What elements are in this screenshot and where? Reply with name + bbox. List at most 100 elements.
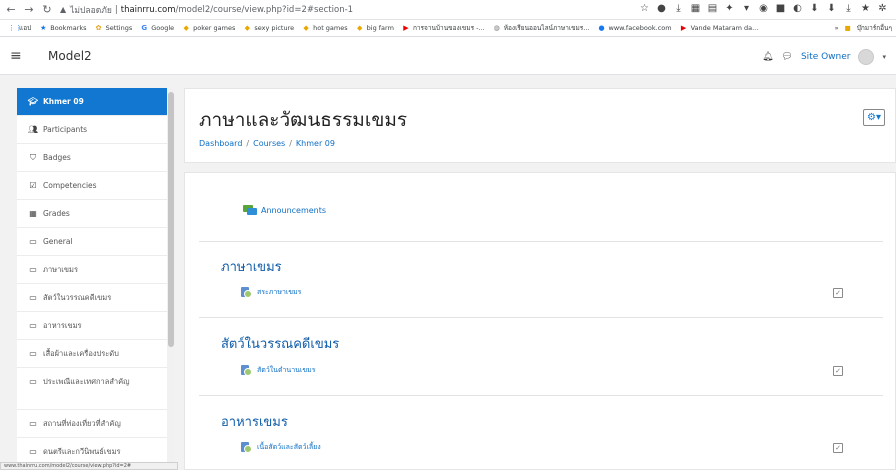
bookmark-item[interactable]: ◆ poker games <box>182 24 235 32</box>
bookmark-item[interactable]: G Google <box>140 24 174 32</box>
extension-icon[interactable]: ▦ <box>690 3 701 14</box>
bookmark-item[interactable]: ★ Bookmarks <box>39 24 86 32</box>
address-bar[interactable]: ▲ ไม่ปลอดภัย | thainrru.com/model2/cours… <box>60 2 353 18</box>
user-name[interactable]: Site Owner <box>801 52 851 62</box>
breadcrumb-courses[interactable]: Courses <box>253 139 285 148</box>
site-navbar: ≡ Model2 🔔︎ 💬︎ Site Owner ▾ <box>0 37 896 75</box>
site-brand[interactable]: Model2 <box>48 49 92 63</box>
course-settings-button[interactable]: ⚙▾ <box>863 109 885 126</box>
breadcrumb-dashboard[interactable]: Dashboard <box>199 139 242 148</box>
status-bar-url: www.thainrru.com/model2/course/view.php?… <box>0 462 178 470</box>
breadcrumb-separator: / <box>289 139 292 148</box>
star-icon[interactable]: ☆ <box>639 3 650 14</box>
sidebar-item-course[interactable]: 🎓︎ Khmer 09 <box>17 88 167 116</box>
sidebar-item-participants[interactable]: 👥︎ Participants <box>17 116 167 144</box>
sidebar-item-section[interactable]: ▭ ประเพณีและเทศกาลสำคัญ <box>17 368 167 410</box>
forward-arrow-icon[interactable]: → <box>22 3 36 16</box>
announcements-link[interactable]: Announcements <box>243 205 326 216</box>
folder-icon: ▭ <box>29 237 37 246</box>
extension-icon[interactable]: ● <box>656 3 667 14</box>
extension-icon[interactable]: ✲ <box>877 3 888 14</box>
sidebar-item-badges[interactable]: ⛉ Badges <box>17 144 167 172</box>
hamburger-menu-icon[interactable]: ≡ <box>10 48 40 64</box>
activity-link[interactable]: สัตว์ในตำนานเขมร <box>241 365 315 376</box>
other-bookmarks[interactable]: บุ๊กมาร์กอื่นๆ <box>857 23 892 33</box>
sidebar-item-section[interactable]: ▭ สถานที่ท่องเที่ยวที่สำคัญ <box>17 410 167 438</box>
course-section: ภาษาเขมร สระภาษาเขมร ✓ <box>199 241 883 317</box>
folder-icon: ▭ <box>29 293 37 302</box>
sidebar-item-section[interactable]: ▭ อาหารเขมร <box>17 312 167 340</box>
sidebar-item-section[interactable]: ▭ เสื้อผ้าและเครื่องประดับ <box>17 340 167 368</box>
extension-icon[interactable]: ■ <box>775 3 786 14</box>
extension-icon[interactable]: ◉ <box>758 3 769 14</box>
graduation-cap-icon: 🎓︎ <box>27 97 39 106</box>
download-icon[interactable]: ⤓ <box>843 3 854 14</box>
bookmark-item[interactable]: ◆ big farm <box>356 24 394 32</box>
bookmark-item[interactable]: ● www.facebook.com <box>598 24 671 32</box>
breadcrumb-course[interactable]: Khmer 09 <box>296 139 335 148</box>
bookmark-item[interactable]: ◆ hot games <box>302 24 347 32</box>
forum-icon <box>243 205 257 216</box>
avatar[interactable] <box>858 49 875 65</box>
google-icon: G <box>141 24 148 32</box>
globe-icon: ◍ <box>493 24 500 32</box>
completion-checkbox[interactable]: ✓ <box>833 443 843 453</box>
section-title[interactable]: สัตว์ในวรรณคดีเขมร <box>221 333 339 354</box>
bookmark-item[interactable]: ✿ Settings <box>95 24 133 32</box>
back-arrow-icon[interactable]: ← <box>4 3 18 16</box>
bookmark-item[interactable]: ⋮⋮ แอป <box>8 23 31 33</box>
extension-icon[interactable]: ▤ <box>707 3 718 14</box>
activity-link[interactable]: สระภาษาเขมร <box>241 287 301 298</box>
sidebar-item-section[interactable]: ▭ สัตว์ในวรรณคดีเขมร <box>17 284 167 312</box>
sidebar-item-section[interactable]: ▭ ภาษาเขมร <box>17 256 167 284</box>
shield-icon: ⛉ <box>30 152 36 162</box>
page-title: ภาษาและวัฒนธรรมเขมร <box>199 109 408 131</box>
youtube-icon: ▶ <box>680 24 687 32</box>
bookmarks-bar: ⋮⋮ แอป ★ Bookmarks ✿ Settings G Google ◆ poke… <box>0 20 896 37</box>
section-title[interactable]: อาหารเขมร <box>221 411 288 432</box>
extension-icon[interactable]: ✦ <box>724 3 735 14</box>
sidebar-item-competencies[interactable]: ☑ Competencies <box>17 172 167 200</box>
url-host: thainrru.com <box>120 4 176 15</box>
youtube-icon: ▶ <box>403 24 409 32</box>
breadcrumb: Dashboard / Courses / Khmer 09 <box>199 139 335 148</box>
chevron-down-icon[interactable]: ▾ <box>882 53 886 61</box>
activity-link[interactable]: เนื้อสัตว์และสัตว์เลี้ยง <box>241 442 321 453</box>
completion-checkbox[interactable]: ✓ <box>833 366 843 376</box>
folder-icon: ◆ <box>183 24 189 32</box>
completion-checkbox[interactable]: ✓ <box>833 288 843 298</box>
users-icon: 👥︎ <box>27 125 39 134</box>
messages-icon[interactable]: 💬︎ <box>782 52 793 62</box>
sidebar-item-general[interactable]: ▭ General <box>17 228 167 256</box>
bookmarks-overflow-button[interactable]: » <box>835 24 839 32</box>
download-icon[interactable]: ⤓ <box>673 3 684 14</box>
url-separator: | <box>114 4 118 15</box>
table-icon: ▦ <box>29 209 37 218</box>
bookmark-item[interactable]: ▶ การจานบ้านของเขมร -... <box>402 23 484 33</box>
folder-icon: ▭ <box>29 419 37 428</box>
course-sidebar: 🎓︎ Khmer 09 👥︎ Participants ⛉ Badges ☑ Compe… <box>17 88 167 470</box>
extension-icon[interactable]: ★ <box>860 3 871 14</box>
folder-icon: ▭ <box>29 321 37 330</box>
download-icon[interactable]: ⬇ <box>809 3 820 14</box>
sidebar-scroll-thumb[interactable] <box>168 92 174 347</box>
folder-icon: ◆ <box>244 24 251 32</box>
bookmark-item[interactable]: ▶ Vande Mataram da... <box>680 24 758 32</box>
page-resource-icon <box>241 442 252 453</box>
folder-icon: ■ <box>844 24 851 32</box>
folder-icon: ▭ <box>29 377 37 386</box>
url-path: /model2/course/view.php?id=2#section-1 <box>175 4 354 15</box>
bookmark-item[interactable]: ◍ ห้องเรียนออนไลน์ภาษาเขมร... <box>493 23 590 33</box>
extension-icon[interactable]: ▾ <box>741 3 752 14</box>
extension-icon[interactable]: ◐ <box>792 3 803 14</box>
folder-icon: ▭ <box>29 447 37 456</box>
sidebar-item-grades[interactable]: ▦ Grades <box>17 200 167 228</box>
download-icon[interactable]: ⬇ <box>826 3 837 14</box>
gear-icon: ⚙▾ <box>867 112 881 123</box>
folder-icon: ◆ <box>356 24 363 32</box>
reload-icon[interactable]: ↻ <box>40 3 54 16</box>
bookmark-item[interactable]: ◆ sexy picture <box>243 24 294 32</box>
section-title[interactable]: ภาษาเขมร <box>221 256 282 277</box>
folder-icon: ◆ <box>303 24 309 32</box>
notification-bell-icon[interactable]: 🔔︎ <box>762 52 773 62</box>
